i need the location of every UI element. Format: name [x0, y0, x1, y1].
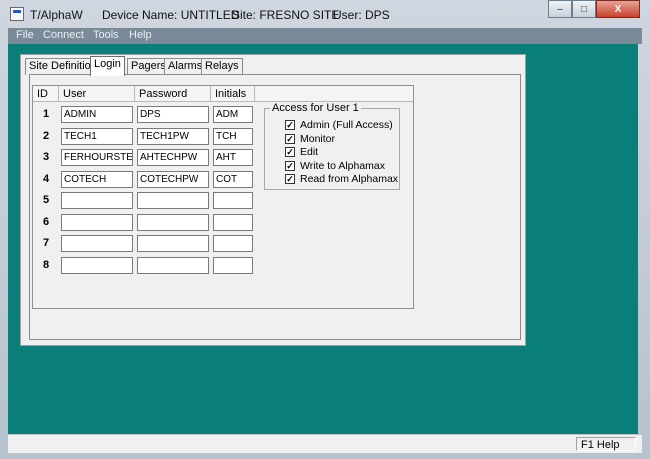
status-bar: F1 Help: [8, 434, 642, 453]
password-cell[interactable]: TECH1PW: [137, 127, 209, 145]
password-cell[interactable]: [137, 192, 209, 209]
access-title: Access for User 1: [270, 102, 361, 114]
initials-cell[interactable]: [213, 235, 253, 252]
user-cell[interactable]: ADMIN: [61, 106, 133, 123]
initials-cell[interactable]: TCH: [213, 127, 253, 145]
header-user: User: [59, 86, 135, 102]
user-cell[interactable]: [61, 235, 133, 252]
close-button[interactable]: X: [596, 0, 640, 18]
user-cell[interactable]: FERHOURSTEC: [61, 149, 133, 166]
menu-bar: File Connect Tools Help: [8, 28, 642, 44]
user-cell[interactable]: [61, 256, 133, 274]
row-id: 2: [42, 129, 50, 142]
settings-panel: Site Definition Login Pagers Alarms Rela…: [20, 54, 526, 346]
header-id: ID: [33, 86, 59, 102]
user-cell[interactable]: [61, 192, 133, 209]
password-cell[interactable]: [137, 256, 209, 274]
user-cell[interactable]: TECH1: [61, 127, 133, 145]
permission-label: Write to Alphamax: [300, 159, 386, 172]
menu-connect[interactable]: Connect: [43, 29, 84, 41]
app-icon[interactable]: [10, 7, 24, 21]
site-name: Site: FRESNO SITE: [232, 8, 340, 22]
checkbox[interactable]: ✓: [285, 174, 295, 184]
permission-label: Read from Alphamax: [300, 173, 399, 185]
checkbox[interactable]: ✓: [285, 147, 295, 157]
initials-cell[interactable]: COT: [213, 170, 253, 188]
permission-label: Monitor: [300, 132, 336, 145]
row-id: 6: [42, 215, 50, 228]
row-id: 7: [42, 237, 50, 249]
login-tab-pane: ID User Password Initials 1 ADMIN DPS ADM 2 T…: [29, 74, 521, 340]
row-id: 4: [42, 172, 50, 185]
app-window: T/AlphaW Device Name: UNTITLED Site: FRE…: [0, 0, 650, 459]
user-name: User: DPS: [333, 8, 390, 22]
header-spacer: [255, 86, 413, 102]
password-cell[interactable]: [137, 213, 209, 231]
row-id: 1: [42, 108, 50, 120]
checkbox[interactable]: ✓: [285, 133, 295, 144]
row-id: 5: [42, 194, 50, 206]
row-id: 8: [42, 258, 50, 271]
access-groupbox: Access for User 1 ✓ Admin (Full Access) ✓ M…: [264, 102, 400, 190]
initials-cell[interactable]: [213, 256, 253, 274]
maximize-button[interactable]: □: [572, 0, 596, 18]
checkbox[interactable]: ✓: [285, 120, 295, 130]
permission-label: Edit: [300, 146, 319, 158]
checkbox[interactable]: ✓: [285, 160, 295, 171]
row-id: 3: [42, 151, 50, 163]
password-cell[interactable]: AHTECHPW: [137, 149, 209, 166]
status-help: F1 Help: [576, 437, 636, 451]
app-title: T/AlphaW: [30, 8, 83, 22]
tab-alarms[interactable]: Alarms: [164, 58, 207, 75]
password-cell[interactable]: COTECHPW: [137, 170, 209, 188]
client-area: Site Definition Login Pagers Alarms Rela…: [8, 44, 638, 434]
menu-help[interactable]: Help: [129, 29, 152, 41]
header-initials: Initials: [211, 86, 255, 102]
initials-cell[interactable]: [213, 192, 253, 209]
user-cell[interactable]: [61, 213, 133, 231]
menu-tools[interactable]: Tools: [93, 29, 119, 41]
initials-cell[interactable]: [213, 213, 253, 231]
tab-login[interactable]: Login: [90, 56, 125, 76]
title-bar[interactable]: T/AlphaW Device Name: UNTITLED Site: FRE…: [0, 0, 650, 28]
header-password: Password: [135, 86, 211, 102]
initials-cell[interactable]: ADM: [213, 106, 253, 123]
initials-cell[interactable]: AHT: [213, 149, 253, 166]
password-cell[interactable]: DPS: [137, 106, 209, 123]
tab-relays[interactable]: Relays: [201, 58, 243, 75]
menu-file[interactable]: File: [16, 29, 34, 41]
window-controls: – □ X: [548, 0, 642, 20]
minimize-button[interactable]: –: [548, 0, 572, 18]
password-cell[interactable]: [137, 235, 209, 252]
permission-label: Admin (Full Access): [300, 119, 393, 131]
device-name: Device Name: UNTITLED: [102, 8, 240, 22]
user-cell[interactable]: COTECH: [61, 170, 133, 188]
